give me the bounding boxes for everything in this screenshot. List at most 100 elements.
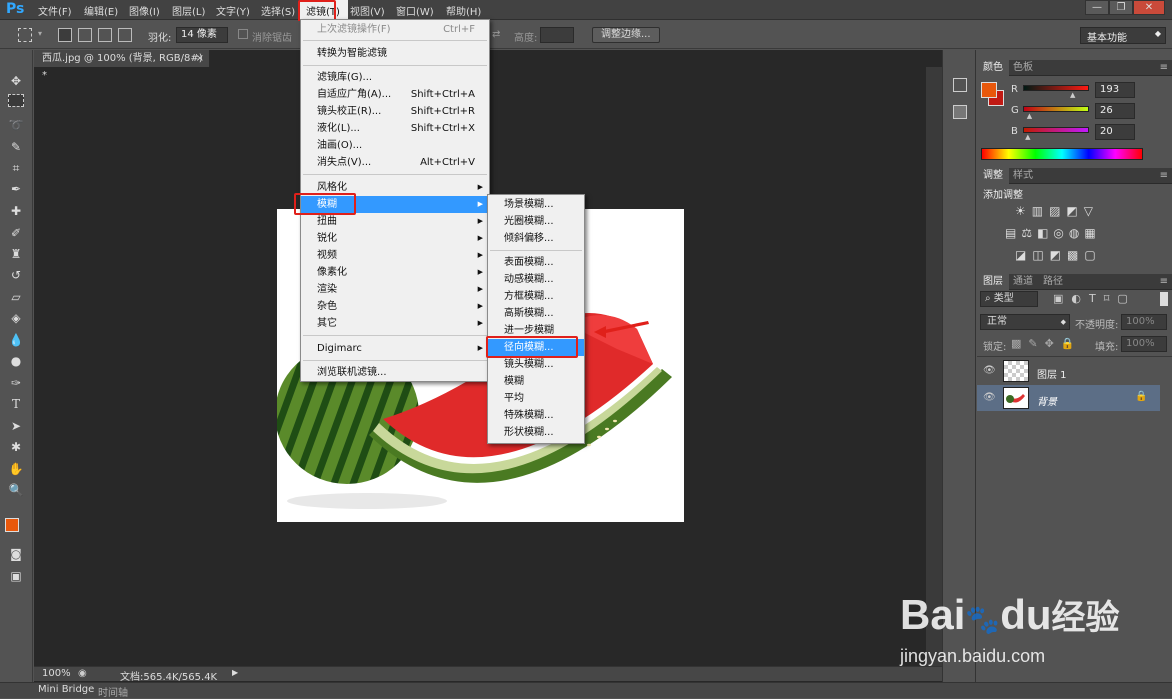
adjustment-icons-row1[interactable]: ☀▥▨◩▽ xyxy=(1015,204,1099,218)
menu-item-render[interactable]: 渲染 ▶ xyxy=(301,281,489,298)
fill-input[interactable]: 100% xyxy=(1121,336,1167,352)
layer-row-selected[interactable]: 👁 背景 🔒 xyxy=(977,385,1160,411)
feather-input[interactable]: 14 像素 xyxy=(176,27,228,43)
menu-item-pixelate[interactable]: 像素化 ▶ xyxy=(301,264,489,281)
minimize-button[interactable]: — xyxy=(1085,0,1109,15)
filter-toggle-icon[interactable] xyxy=(1160,292,1168,306)
menu-item-tilt-shift[interactable]: 倾斜偏移... xyxy=(488,230,584,247)
panel-menu-icon[interactable]: ≡ xyxy=(1160,62,1168,73)
tab-layers[interactable]: 图层 xyxy=(977,274,1009,290)
blur-tool-icon[interactable]: 💧 xyxy=(6,331,26,349)
dodge-tool-icon[interactable]: ● xyxy=(6,352,26,370)
menu-item-shape-blur[interactable]: 形状模糊... xyxy=(488,424,584,441)
workspace-select[interactable]: 基本功能 ◆ xyxy=(1080,27,1166,44)
menu-item-lens-blur[interactable]: 镜头模糊... xyxy=(488,356,584,373)
menu-item-motion-blur[interactable]: 动感模糊... xyxy=(488,271,584,288)
menu-item-digimarc[interactable]: Digimarc ▶ xyxy=(301,340,489,357)
menu-edit[interactable]: 编辑(E) xyxy=(84,3,118,18)
channel-g-input[interactable]: 26 xyxy=(1095,103,1135,119)
adjustment-icons-row3[interactable]: ◪◫◩▩▢ xyxy=(1015,248,1102,262)
healing-brush-icon[interactable]: ✚ xyxy=(6,202,26,220)
height-input[interactable] xyxy=(540,27,574,43)
marquee-preset-icon[interactable] xyxy=(18,28,32,42)
type-tool-icon[interactable]: T xyxy=(6,395,26,413)
menu-item-liquify[interactable]: 液化(L)... Shift+Ctrl+X xyxy=(301,120,489,137)
slider-thumb-icon[interactable]: ▲ xyxy=(1070,91,1075,99)
color-foreground-swatch[interactable] xyxy=(981,82,997,98)
tab-styles[interactable]: 样式 xyxy=(1007,168,1039,184)
zoom-tool-icon[interactable]: 🔍 xyxy=(6,481,26,499)
close-button[interactable]: ✕ xyxy=(1133,0,1165,15)
channel-b-input[interactable]: 20 xyxy=(1095,124,1135,140)
zoom-level[interactable]: 100% xyxy=(42,668,71,679)
menu-item-browse-online[interactable]: 浏览联机滤镜... xyxy=(301,364,489,381)
menu-item-field-blur[interactable]: 场景模糊... xyxy=(488,196,584,213)
eye-icon[interactable]: 👁 xyxy=(983,365,996,376)
eraser-tool-icon[interactable]: ▱ xyxy=(6,288,26,306)
paint-bucket-icon[interactable]: ◈ xyxy=(6,309,26,327)
adjustment-icons-row2[interactable]: ▤⚖◧◎◍▦ xyxy=(1005,226,1101,240)
menu-item-last-filter[interactable]: 上次滤镜操作(F) Ctrl+F xyxy=(301,21,489,38)
tab-swatches[interactable]: 色板 xyxy=(1007,60,1039,76)
eyedropper-tool-icon[interactable]: ✒ xyxy=(6,180,26,198)
add-selection-icon[interactable] xyxy=(78,28,92,42)
chevron-right-icon[interactable]: ▶ xyxy=(232,668,238,677)
properties-panel-icon[interactable] xyxy=(953,105,967,119)
menu-item-oil-paint[interactable]: 油画(O)... xyxy=(301,137,489,154)
vertical-scrollbar[interactable] xyxy=(926,67,942,666)
menu-item-blur[interactable]: 模糊 xyxy=(488,373,584,390)
color-spectrum-ramp[interactable] xyxy=(981,148,1143,160)
menu-item-lens-correction[interactable]: 镜头校正(R)... Shift+Ctrl+R xyxy=(301,103,489,120)
menu-item-video[interactable]: 视频 ▶ xyxy=(301,247,489,264)
path-select-icon[interactable]: ➤ xyxy=(6,417,26,435)
intersect-selection-icon[interactable] xyxy=(118,28,132,42)
tab-color[interactable]: 颜色 xyxy=(977,60,1009,76)
menu-item-iris-blur[interactable]: 光圈模糊... xyxy=(488,213,584,230)
menu-item-adaptive-wide-angle[interactable]: 自适应广角(A)... Shift+Ctrl+A xyxy=(301,86,489,103)
layer-row[interactable]: 👁 图层 1 xyxy=(977,358,1160,384)
screen-mode-icon[interactable]: ▣ xyxy=(6,567,26,585)
slider-thumb-icon[interactable]: ▲ xyxy=(1027,112,1032,120)
crop-tool-icon[interactable]: ⌗ xyxy=(6,159,26,177)
lock-icons[interactable]: ▩✎✥🔒 xyxy=(1011,337,1082,350)
panel-menu-icon[interactable]: ≡ xyxy=(1160,170,1168,181)
quick-mask-icon[interactable]: ◙ xyxy=(6,545,26,563)
subtract-selection-icon[interactable] xyxy=(98,28,112,42)
menu-type[interactable]: 文字(Y) xyxy=(216,3,250,18)
tab-mini-bridge[interactable]: Mini Bridge xyxy=(38,684,94,695)
history-brush-icon[interactable]: ↺ xyxy=(6,266,26,284)
refine-edge-button[interactable]: 调整边缘... xyxy=(592,27,660,43)
menu-help[interactable]: 帮助(H) xyxy=(446,3,481,18)
menu-item-noise[interactable]: 杂色 ▶ xyxy=(301,298,489,315)
layer-name[interactable]: 图层 1 xyxy=(1037,366,1067,381)
layer-filter-icons[interactable]: ▣◐T⌑▢ xyxy=(1053,292,1136,305)
marquee-tool-icon[interactable] xyxy=(8,94,24,107)
new-selection-icon[interactable] xyxy=(58,28,72,42)
channel-g-slider[interactable] xyxy=(1023,106,1089,112)
history-panel-icon[interactable] xyxy=(953,78,967,92)
menu-file[interactable]: 文件(F) xyxy=(38,3,72,18)
shape-tool-icon[interactable]: ✱ xyxy=(6,438,26,456)
close-icon[interactable]: × xyxy=(196,50,204,67)
menu-layer[interactable]: 图层(L) xyxy=(172,3,205,18)
menu-item-smart-filter[interactable]: 转换为智能滤镜 xyxy=(301,45,489,62)
layer-filter-select[interactable]: ⌕ 类型 xyxy=(980,291,1038,307)
menu-item-smart-blur[interactable]: 特殊模糊... xyxy=(488,407,584,424)
lasso-tool-icon[interactable]: ➰ xyxy=(6,116,26,134)
move-tool-icon[interactable]: ✥ xyxy=(6,72,26,90)
foreground-color-swatch[interactable] xyxy=(5,518,19,532)
menu-item-sharpen[interactable]: 锐化 ▶ xyxy=(301,230,489,247)
quick-select-tool-icon[interactable]: ✎ xyxy=(6,138,26,156)
channel-r-slider[interactable] xyxy=(1023,85,1089,91)
menu-item-distort[interactable]: 扭曲 ▶ xyxy=(301,213,489,230)
stamp-tool-icon[interactable]: ♜ xyxy=(6,245,26,263)
eye-icon[interactable]: 👁 xyxy=(983,392,996,403)
menu-window[interactable]: 窗口(W) xyxy=(396,3,434,18)
hand-tool-icon[interactable]: ✋ xyxy=(6,460,26,478)
menu-select[interactable]: 选择(S) xyxy=(261,3,295,18)
blend-mode-select[interactable]: 正常 ◆ xyxy=(980,314,1070,330)
opacity-input[interactable]: 100% xyxy=(1121,314,1167,330)
pen-tool-icon[interactable]: ✑ xyxy=(6,374,26,392)
menu-item-gaussian-blur[interactable]: 高斯模糊... xyxy=(488,305,584,322)
tab-adjustments[interactable]: 调整 xyxy=(977,168,1009,184)
